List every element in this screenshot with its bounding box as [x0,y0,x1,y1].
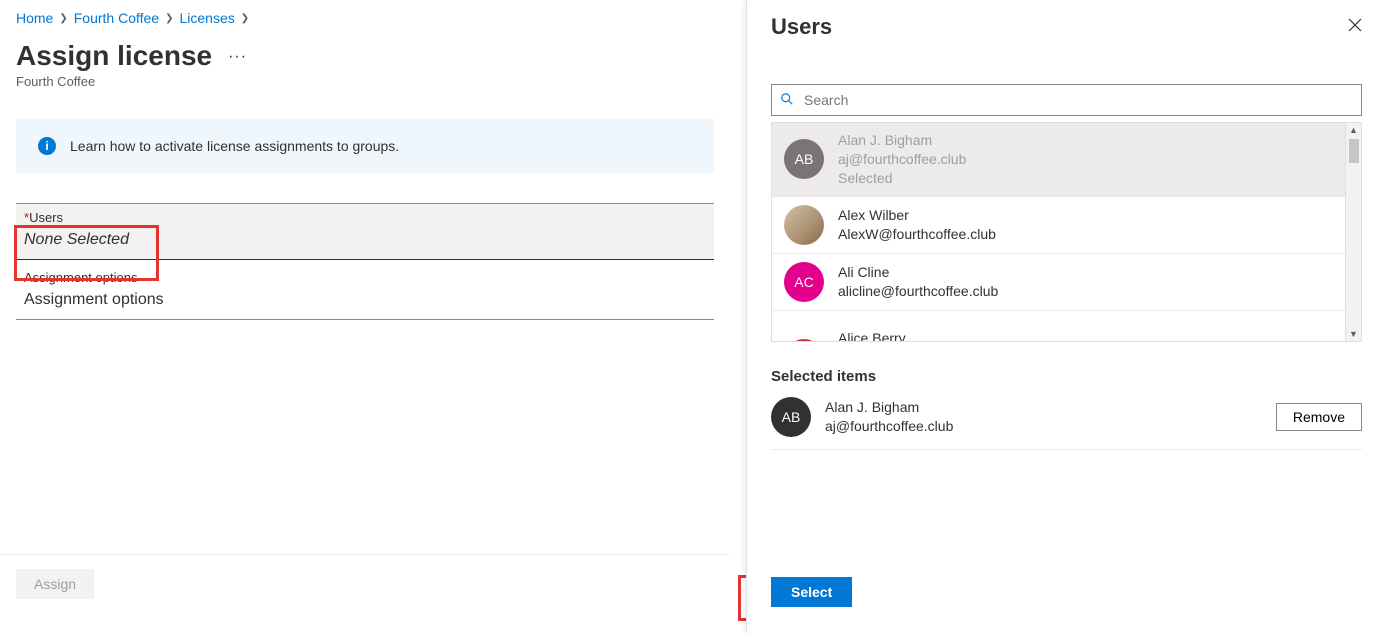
breadcrumb-fourth-coffee[interactable]: Fourth Coffee [74,10,159,26]
avatar [784,205,824,245]
assignment-options-value: Assignment options [24,291,706,309]
breadcrumb-licenses[interactable]: Licenses [180,10,235,26]
chevron-right-icon: ❯ [165,13,173,24]
user-item[interactable]: AC Ali Cline alicline@fourthcoffee.club [772,254,1361,311]
info-banner-text[interactable]: Learn how to activate license assignment… [70,138,399,154]
selected-user-name: Alan J. Bigham [825,398,953,417]
assignment-options-field[interactable]: Assignment options Assignment options [16,262,714,320]
panel-footer: Select [771,571,1362,619]
selected-item-row: AB Alan J. Bigham aj@fourthcoffee.club R… [771,385,1362,450]
selected-items-heading: Selected items [771,368,1362,385]
users-panel: Users AB Alan J. Bigham aj@fourthcoffee.… [746,0,1386,633]
breadcrumb-home[interactable]: Home [16,10,53,26]
user-name: Ali Cline [838,263,998,282]
user-name: Alex Wilber [838,206,996,225]
more-actions-button[interactable]: ··· [228,48,247,66]
selected-user-email: aj@fourthcoffee.club [825,417,953,436]
users-field-label: *Users [24,210,706,225]
avatar: AB [784,339,824,342]
avatar: AC [784,262,824,302]
user-state: Selected [838,169,966,188]
avatar: AB [784,139,824,179]
users-field-value: None Selected [24,231,706,249]
search-input[interactable] [802,91,1353,109]
user-email: AlexW@fourthcoffee.club [838,225,996,244]
panel-title: Users [771,14,832,40]
user-item[interactable]: Alex Wilber AlexW@fourthcoffee.club [772,197,1361,254]
assignment-options-label: Assignment options [24,270,706,285]
scrollbar[interactable]: ▲ ▼ [1345,123,1361,341]
user-name: Alan J. Bigham [838,131,966,150]
search-box[interactable] [771,84,1362,116]
scroll-thumb[interactable] [1349,139,1359,163]
chevron-right-icon: ❯ [241,13,249,24]
close-icon[interactable] [1348,18,1362,37]
assign-button[interactable]: Assign [16,569,94,599]
scroll-up-icon[interactable]: ▲ [1349,123,1358,137]
user-email: aj@fourthcoffee.club [838,150,966,169]
info-banner: i Learn how to activate license assignme… [16,119,714,173]
search-icon [780,92,794,109]
user-name: Alice Berry [838,329,906,342]
breadcrumb: Home ❯ Fourth Coffee ❯ Licenses ❯ [16,10,714,26]
user-item[interactable]: AB Alice Berry [772,311,1361,342]
user-email: alicline@fourthcoffee.club [838,282,998,301]
footer-bar: Assign [0,554,730,613]
remove-button[interactable]: Remove [1276,403,1362,431]
page-title: Assign license [16,40,212,72]
users-field[interactable]: *Users None Selected [16,203,714,260]
info-icon: i [38,137,56,155]
select-button[interactable]: Select [771,577,852,607]
user-item[interactable]: AB Alan J. Bigham aj@fourthcoffee.club S… [772,123,1361,197]
page-subtitle: Fourth Coffee [16,74,714,89]
main-content: Home ❯ Fourth Coffee ❯ Licenses ❯ Assign… [0,0,730,633]
chevron-right-icon: ❯ [59,13,67,24]
avatar: AB [771,397,811,437]
user-list: AB Alan J. Bigham aj@fourthcoffee.club S… [771,122,1362,342]
scroll-down-icon[interactable]: ▼ [1349,327,1358,341]
